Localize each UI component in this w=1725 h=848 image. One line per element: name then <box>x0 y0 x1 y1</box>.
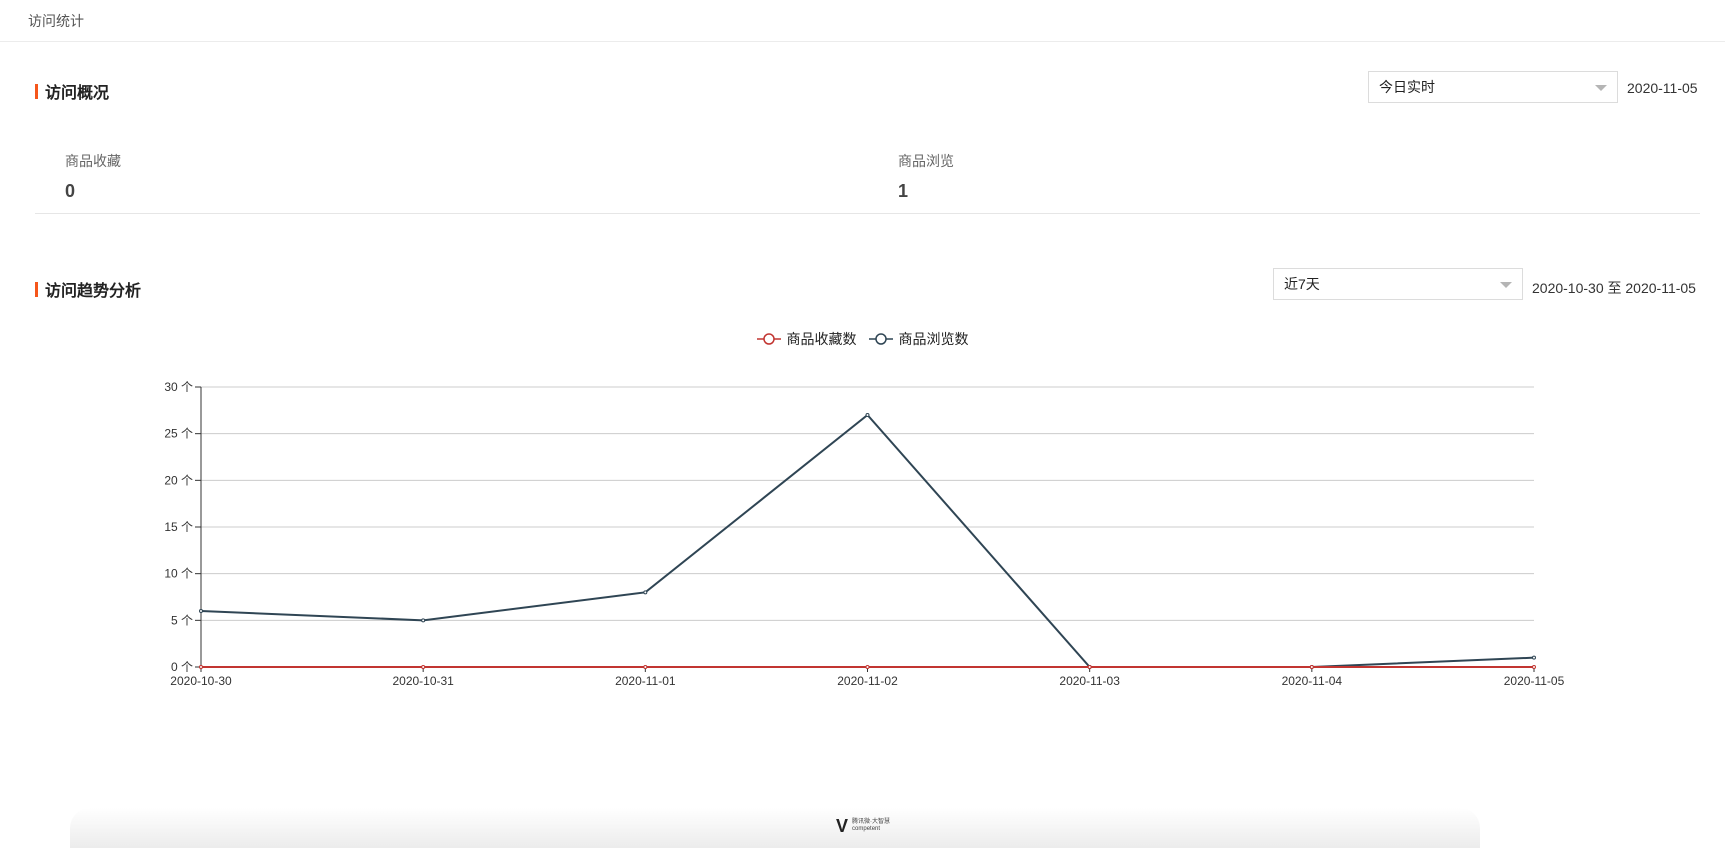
header-bar: 访问统计 <box>0 0 1725 42</box>
x-tick-label: 2020-10-31 <box>392 674 454 688</box>
trend-title: 访问趋势分析 <box>45 283 142 300</box>
logo-text: 腾讯微·大智慧 competent <box>852 819 890 833</box>
legend-label-favorites: 商品收藏数 <box>786 331 857 347</box>
stat-views: 商品浏览 1 <box>898 151 954 202</box>
logo-text-line2: competent <box>852 826 881 832</box>
legend-item-favorites[interactable]: 商品收藏数 <box>756 329 857 349</box>
data-point-favorites <box>199 665 203 669</box>
overview-divider <box>35 213 1700 214</box>
y-tick-label: 25 个 <box>164 427 193 441</box>
x-tick-label: 2020-11-05 <box>1504 674 1565 688</box>
footer-shadow <box>70 808 1480 848</box>
overview-title: 访问概况 <box>45 85 110 102</box>
chart-legend: 商品收藏数 商品浏览数 <box>0 329 1725 349</box>
legend-item-views[interactable]: 商品浏览数 <box>868 329 969 349</box>
data-point-favorites <box>1532 665 1536 669</box>
trend-period-select[interactable]: 近7天 <box>1273 268 1523 300</box>
data-point-views <box>199 609 203 613</box>
data-point-favorites <box>1087 665 1092 669</box>
y-tick-label: 30 个 <box>164 380 193 394</box>
x-tick-label: 2020-11-04 <box>1282 674 1343 688</box>
chevron-down-icon <box>1595 85 1607 91</box>
data-point-views <box>643 590 648 595</box>
y-tick-label: 5 个 <box>171 613 193 627</box>
overview-period-select[interactable]: 今日实时 <box>1368 71 1618 103</box>
y-tick-label: 20 个 <box>164 473 193 487</box>
stat-views-label: 商品浏览 <box>898 153 954 169</box>
x-tick-label: 2020-11-02 <box>837 674 898 688</box>
y-tick-label: 0 个 <box>171 660 193 674</box>
stat-favorites-value: 0 <box>65 181 76 201</box>
trend-section-title: 访问趋势分析 <box>35 277 141 301</box>
x-tick-label: 2020-11-03 <box>1059 674 1120 688</box>
data-point-favorites <box>643 665 648 669</box>
trend-line-chart: 0 个 5 个 10 个 15 个 20 个 25 个 30 个 2020-10-30 2020… <box>164 380 1565 688</box>
stat-views-value: 1 <box>898 181 909 201</box>
overview-date: 2020-11-05 <box>1627 80 1698 96</box>
legend-label-views: 商品浏览数 <box>898 331 969 347</box>
legend-circle-icon <box>756 333 781 345</box>
section-accent-bar <box>35 281 38 297</box>
overview-section-title: 访问概况 <box>35 79 109 103</box>
x-tick-label: 2020-11-01 <box>615 674 676 688</box>
data-point-views <box>421 618 426 623</box>
trend-period-value: 近7天 <box>1284 276 1320 292</box>
y-tick-label: 15 个 <box>164 520 193 534</box>
y-tick-label: 10 个 <box>164 567 193 581</box>
trend-date-range: 2020-10-30 至 2020-11-05 <box>1532 280 1696 296</box>
series-line-views <box>200 413 1535 668</box>
footer-logo: V 腾讯微·大智慧 competent <box>836 817 890 835</box>
stat-favorites: 商品收藏 0 <box>65 151 121 202</box>
data-point-favorites <box>1309 665 1314 669</box>
data-point-favorites <box>865 665 870 669</box>
section-accent-bar <box>35 83 38 99</box>
data-point-favorites <box>421 665 426 669</box>
page-title: 访问统计 <box>28 12 84 29</box>
data-point-views <box>865 413 870 417</box>
overview-period-value: 今日实时 <box>1379 79 1435 95</box>
logo-mark: V <box>836 816 849 836</box>
chevron-down-icon <box>1500 282 1512 288</box>
logo-text-line1: 腾讯微·大智慧 <box>852 819 891 825</box>
x-tick-label: 2020-10-30 <box>170 674 232 688</box>
legend-circle-icon <box>868 333 893 345</box>
stat-favorites-label: 商品收藏 <box>65 153 121 169</box>
data-point-views <box>1532 655 1536 660</box>
